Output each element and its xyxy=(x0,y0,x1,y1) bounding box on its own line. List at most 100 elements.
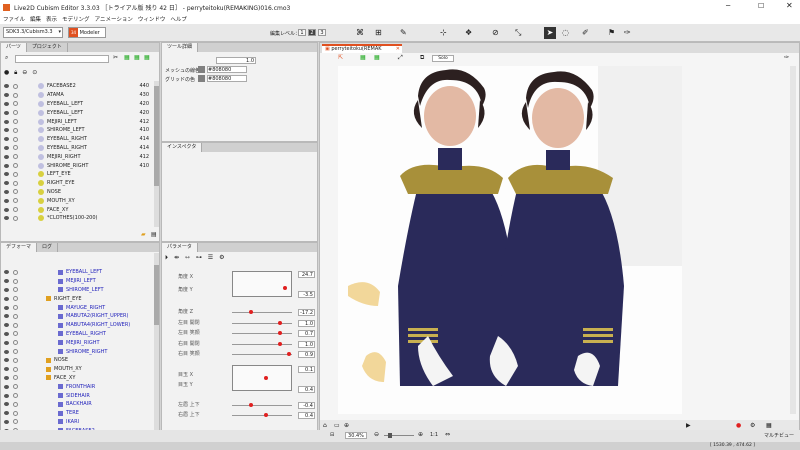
arrow-icon[interactable]: ⇱ xyxy=(338,54,343,61)
angle-x-value[interactable]: 24.7 xyxy=(298,271,315,278)
angle-xy-pad[interactable] xyxy=(232,271,292,297)
view-mode-label[interactable]: マルチビュー xyxy=(764,432,794,439)
zoom-knob[interactable] xyxy=(388,433,392,438)
deformer-row[interactable]: SHIROME_LEFT xyxy=(1,286,155,295)
part-row[interactable]: NOSE xyxy=(1,188,155,197)
part-row[interactable]: LEFT_EYE xyxy=(1,170,155,179)
lock-toggle-icon[interactable] xyxy=(13,296,18,302)
visibility-eye-icon[interactable] xyxy=(4,384,9,389)
sdk-select[interactable]: SDK3.3/Cubism3.3 ▾ xyxy=(3,27,63,38)
visibility-eye-icon[interactable] xyxy=(4,110,9,115)
deformer-row[interactable]: SIDEHAIR xyxy=(1,391,155,400)
deformer-row[interactable]: IKARI xyxy=(1,418,155,427)
zoom-in-icon[interactable]: ⊕ xyxy=(418,431,423,438)
deformer-row[interactable]: MABUTA4(RIGHT_LOWER) xyxy=(1,321,155,330)
lock-toggle-icon[interactable] xyxy=(13,154,18,160)
lock-toggle-icon[interactable] xyxy=(13,110,18,116)
eyedropper-icon[interactable]: ✑ xyxy=(624,28,631,37)
lock-toggle-icon[interactable] xyxy=(13,384,18,390)
link-icon[interactable]: ⇿ xyxy=(185,254,190,261)
deformer-row[interactable]: MOUTH_XY xyxy=(1,365,155,374)
part-row[interactable]: EYEBALL_LEFT 420 xyxy=(1,108,155,117)
deformer-row[interactable]: MAYUGE_RIGHT xyxy=(1,303,155,312)
fit-icon[interactable]: ⇔ xyxy=(445,431,450,438)
visibility-eye-icon[interactable] xyxy=(4,128,9,133)
settings-icon[interactable]: ⚙ xyxy=(750,422,755,429)
brush-icon[interactable]: ✐ xyxy=(582,28,589,37)
link-icon[interactable]: ⊙ xyxy=(32,69,37,76)
eyedropper-icon[interactable]: ✑ xyxy=(784,54,789,61)
maximize-icon[interactable]: ☐ xyxy=(758,2,764,10)
visibility-eye-icon[interactable] xyxy=(4,402,9,407)
tool-icon[interactable]: ⊘ xyxy=(492,28,499,37)
menu-modeling[interactable]: モデリング xyxy=(62,15,90,23)
menu-window[interactable]: ウィンドウ xyxy=(138,15,166,23)
param-slider-track[interactable] xyxy=(232,405,292,406)
screen-icon[interactable]: ▭ xyxy=(334,422,340,429)
tool-value-field[interactable]: 1.0 xyxy=(216,57,256,64)
visibility-eye-icon[interactable] xyxy=(4,119,9,124)
mode-button[interactable]: 34 Modeler xyxy=(68,27,106,38)
param-slider-track[interactable] xyxy=(232,415,292,416)
param-slider-knob[interactable] xyxy=(249,403,254,407)
lock-toggle-icon[interactable] xyxy=(13,101,18,107)
camera-icon[interactable]: ⌂ xyxy=(323,422,327,429)
param-slider-value[interactable]: 1.0 xyxy=(298,319,315,327)
menu-view[interactable]: 表示 xyxy=(46,15,57,23)
deformer-row[interactable]: FRONTHAIR xyxy=(1,382,155,391)
deformer-row[interactable]: EYEBALL_LEFT xyxy=(1,268,155,277)
param-slider-knob[interactable] xyxy=(263,413,268,417)
visibility-eye-icon[interactable] xyxy=(4,172,9,177)
tool-icon[interactable]: ❖ xyxy=(465,28,472,37)
lock-toggle-icon[interactable] xyxy=(13,189,18,195)
deformer-row[interactable]: TERE xyxy=(1,409,155,418)
viewer-tab[interactable]: ▣ perryteitoku(REMAK ✕ xyxy=(322,44,402,53)
visibility-eye-icon[interactable] xyxy=(4,93,9,98)
param-slider-value[interactable]: 0.9 xyxy=(298,351,315,358)
parts-scrollbar[interactable] xyxy=(154,81,159,227)
tool-icon[interactable]: ⊞ xyxy=(375,28,382,37)
tool-icon[interactable]: ✎ xyxy=(400,28,407,37)
visibility-eye-icon[interactable] xyxy=(4,207,9,212)
lock-toggle-icon[interactable] xyxy=(13,313,18,319)
viewer-scrollbar[interactable] xyxy=(790,66,796,414)
close-icon[interactable]: ✕ xyxy=(786,1,793,10)
deformer-row[interactable]: MABUTA2(RIGHT_UPPER) xyxy=(1,312,155,321)
visibility-eye-icon[interactable] xyxy=(4,349,9,354)
layout-icon[interactable]: ▦ xyxy=(766,422,772,429)
zoom-minus-icon[interactable]: ⊟ xyxy=(330,432,334,438)
part-row[interactable]: RIGHT_EYE xyxy=(1,179,155,188)
param-slider-track[interactable] xyxy=(232,312,292,313)
param-slider-value[interactable]: 0.7 xyxy=(298,330,315,337)
visibility-eye-icon[interactable] xyxy=(4,411,9,416)
param-slider-value[interactable]: 0.4 xyxy=(298,412,315,419)
level-3-button[interactable]: 3 xyxy=(318,29,326,36)
zoom-out-icon[interactable]: ⊖ xyxy=(374,431,379,438)
lock-toggle-icon[interactable] xyxy=(13,145,18,151)
visibility-eye-icon[interactable] xyxy=(4,305,9,310)
menu-help[interactable]: ヘルプ xyxy=(170,15,187,23)
part-row[interactable]: EYEBALL_LEFT 420 xyxy=(1,100,155,109)
part-row[interactable]: EYEBALL_RIGHT 414 xyxy=(1,144,155,153)
lock-toggle-icon[interactable] xyxy=(13,127,18,133)
eyeball-xy-pad[interactable] xyxy=(232,365,292,391)
solo-button[interactable]: Solo xyxy=(432,55,454,62)
grid-color-swatch[interactable] xyxy=(198,75,205,82)
part-row[interactable]: FACE_XY xyxy=(1,205,155,214)
visibility-eye-icon[interactable] xyxy=(4,358,9,363)
tab-parts[interactable]: パーツ xyxy=(1,43,27,52)
lock-toggle-icon[interactable] xyxy=(13,92,18,98)
menu-animation[interactable]: アニメーション xyxy=(95,15,133,23)
play-icon[interactable]: ▶ xyxy=(686,422,691,429)
lock-toggle-icon[interactable] xyxy=(13,269,18,275)
visibility-eye-icon[interactable] xyxy=(4,419,9,424)
cursor-icon[interactable]: ⊕ xyxy=(344,422,349,429)
part-row[interactable]: *CLOTHES(100-200) xyxy=(1,214,155,223)
visibility-eye-icon[interactable] xyxy=(4,154,9,159)
deformer-row[interactable]: EYEBALL_RIGHT xyxy=(1,330,155,339)
select-arrow-icon[interactable]: ➤ xyxy=(544,27,556,39)
record-icon[interactable]: ● xyxy=(736,422,741,429)
visibility-eye-icon[interactable] xyxy=(4,296,9,301)
deformer-row[interactable]: MEJIRI_RIGHT xyxy=(1,338,155,347)
angle-y-value[interactable]: -3.5 xyxy=(298,291,315,298)
